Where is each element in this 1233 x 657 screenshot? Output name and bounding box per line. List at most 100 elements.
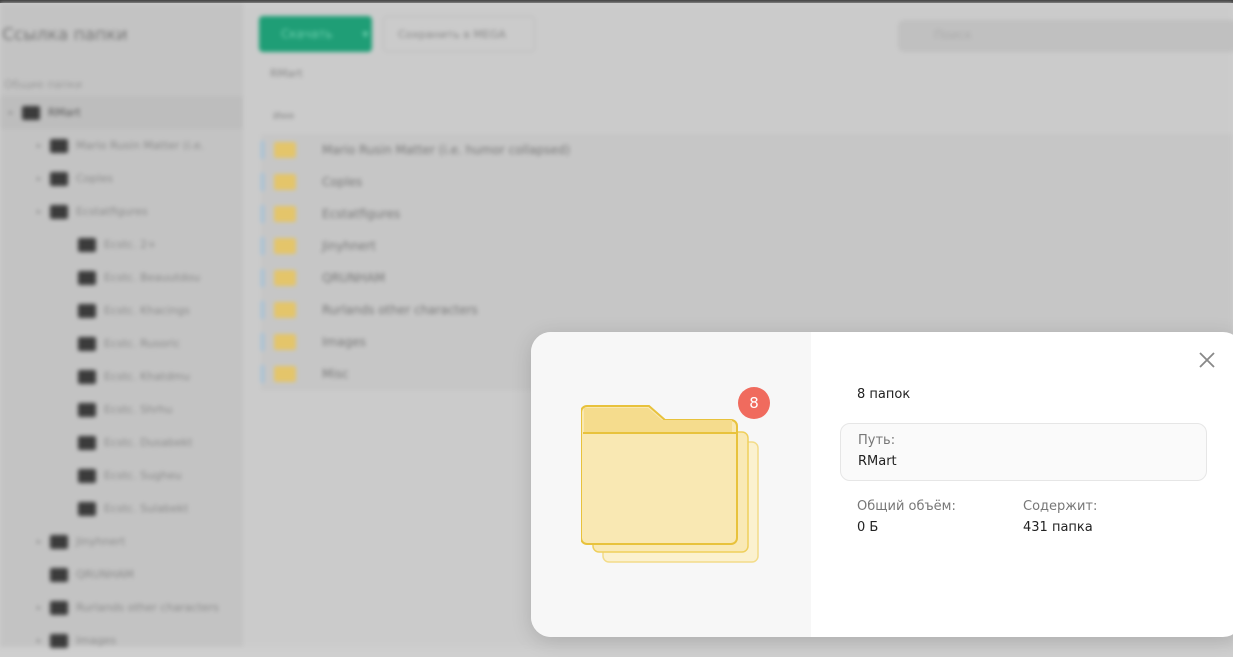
tree-item-label: Ecstc. Khacings [104,304,190,317]
tree-item-label: Ecstc. 2+ [104,238,157,251]
folder-icon [274,141,296,158]
expand-arrow-icon[interactable]: ▸ [34,636,44,645]
folder-icon [78,369,96,384]
tree-item[interactable]: ▸ Rurlands other characters [0,591,243,624]
row-name: Coples [322,174,363,189]
tree-item-label: Ecstc. Khatdmu [104,370,190,383]
row-marker [261,364,264,383]
table-row[interactable]: Rurlands other characters [261,294,1233,326]
folder-stack-icon [581,405,759,563]
sidebar: Ссылка папки Общие папки ▸ RMart ▸ Mario Ru… [0,3,243,648]
contains: Содержит: 431 папка [1023,499,1097,535]
folder-icon [78,336,96,351]
tree-item-label: Ecstc. Dusabekt [104,436,193,449]
expand-arrow-icon[interactable]: ▸ [34,207,44,216]
tree-item[interactable]: ▸ Images [0,624,243,657]
tree-item-label: RMart [48,106,81,119]
dropdown-arrow-icon: ▾ [362,27,369,41]
folder-icon [78,402,96,417]
tree-item[interactable]: ▸ Coples [0,162,243,195]
row-marker [261,204,264,223]
folder-icon [78,468,96,483]
folder-icon [78,303,96,318]
save-to-mega-button[interactable]: Сохранить в MEGA [383,16,535,52]
row-marker [261,268,264,287]
table-row[interactable]: Ecstatfigures [261,198,1233,230]
expand-arrow-icon[interactable]: ▸ [6,108,16,117]
folder-icon [50,600,68,615]
expand-arrow-icon[interactable]: ▸ [34,174,44,183]
contains-label: Содержит: [1023,499,1098,514]
tree-item[interactable]: Ecstc. Khatdmu [0,360,243,393]
path-label: Путь: [858,433,896,448]
tree-item[interactable]: Ecstc. Khacings [0,294,243,327]
tree-item[interactable]: Ecstc. Sugheu [0,459,243,492]
folder-tree: ▸ RMart ▸ Mario Rusin Matter (i.e. ▸ Coples ▸ E… [0,96,243,657]
folder-info-dialog: 8 8 папок Путь: RMart Общий объём: 0 Б С… [531,332,1233,637]
tree-item-label: QRUNHAM [76,568,134,581]
row-marker [261,300,264,319]
folder-icon [50,138,68,153]
folder-icon [50,633,68,648]
folder-icon [50,204,68,219]
folder-icon [274,237,296,254]
tree-item[interactable]: ▸ RMart [0,96,243,129]
table-row[interactable]: Mario Rusin Matter (i.e. humor collapsed… [261,134,1233,166]
folder-icon [274,301,296,318]
search-input[interactable]: Поиск [898,20,1233,52]
expand-arrow-icon[interactable]: ▸ [34,603,44,612]
path-value: RMart [858,454,897,469]
tree-item-label: Ecstc. Shrhu [104,403,173,416]
expand-arrow-icon[interactable]: ▸ [34,141,44,150]
folder-icon [78,435,96,450]
row-marker [261,172,264,191]
breadcrumb[interactable]: RMart [270,67,303,80]
row-marker [261,140,264,159]
row-name: Jinyhnert [322,238,376,253]
tree-item-label: Jinyhnert [76,535,126,548]
tree-item[interactable]: Ecstc. Sulabekt [0,492,243,525]
preview-panel: 8 [531,332,811,637]
tree-item[interactable]: ▸ Mario Rusin Matter (i.e. [0,129,243,162]
table-row[interactable]: Jinyhnert [261,230,1233,262]
download-label: Скачать [281,27,333,41]
size-label: Общий объём: [857,499,956,514]
folder-icon [274,205,296,222]
tree-item[interactable]: ▸ Jinyhnert [0,525,243,558]
tree-item[interactable]: Ecstc. Rusoric [0,327,243,360]
close-icon[interactable] [1195,348,1219,372]
download-button[interactable]: Скачать ▾ [259,16,372,52]
folder-icon [50,171,68,186]
size-value: 0 Б [857,520,879,535]
folder-icon [274,365,296,382]
column-header-name[interactable]: Имя [273,111,294,122]
tree-item-label: Ecstc. Sulabekt [104,502,189,515]
row-name: Rurlands other characters [322,302,478,317]
expand-arrow-icon[interactable]: ▸ [34,537,44,546]
row-name: Mario Rusin Matter (i.e. humor collapsed… [322,142,571,157]
tree-item[interactable]: Ecstc. Shrhu [0,393,243,426]
tree-item-label: Ecstc. Rusoric [104,337,181,350]
path-box: Путь: RMart [840,423,1207,481]
tree-item[interactable]: Ecstc. Dusabekt [0,426,243,459]
row-marker [261,236,264,255]
table-row[interactable]: Coples [261,166,1233,198]
folder-icon [50,567,68,582]
count-badge: 8 [738,387,770,419]
folder-icon [50,534,68,549]
tree-item-label: Ecstc. Beauutdou [104,271,201,284]
tree-item[interactable]: Ecstc. Beauutdou [0,261,243,294]
table-row[interactable]: QRUNHAM [261,262,1233,294]
folder-icon [78,237,96,252]
folder-icon [274,333,296,350]
folder-icon [78,501,96,516]
tree-item[interactable]: ▸ Ecstatfigures [0,195,243,228]
folder-icon [274,173,296,190]
row-marker [261,332,264,351]
sidebar-subtitle: Общие папки [4,78,83,91]
total-size: Общий объём: 0 Б [857,499,956,535]
tree-item-label: Ecstatfigures [76,205,148,218]
tree-item[interactable]: QRUNHAM [0,558,243,591]
row-name: Misc [322,366,349,381]
tree-item[interactable]: Ecstc. 2+ [0,228,243,261]
